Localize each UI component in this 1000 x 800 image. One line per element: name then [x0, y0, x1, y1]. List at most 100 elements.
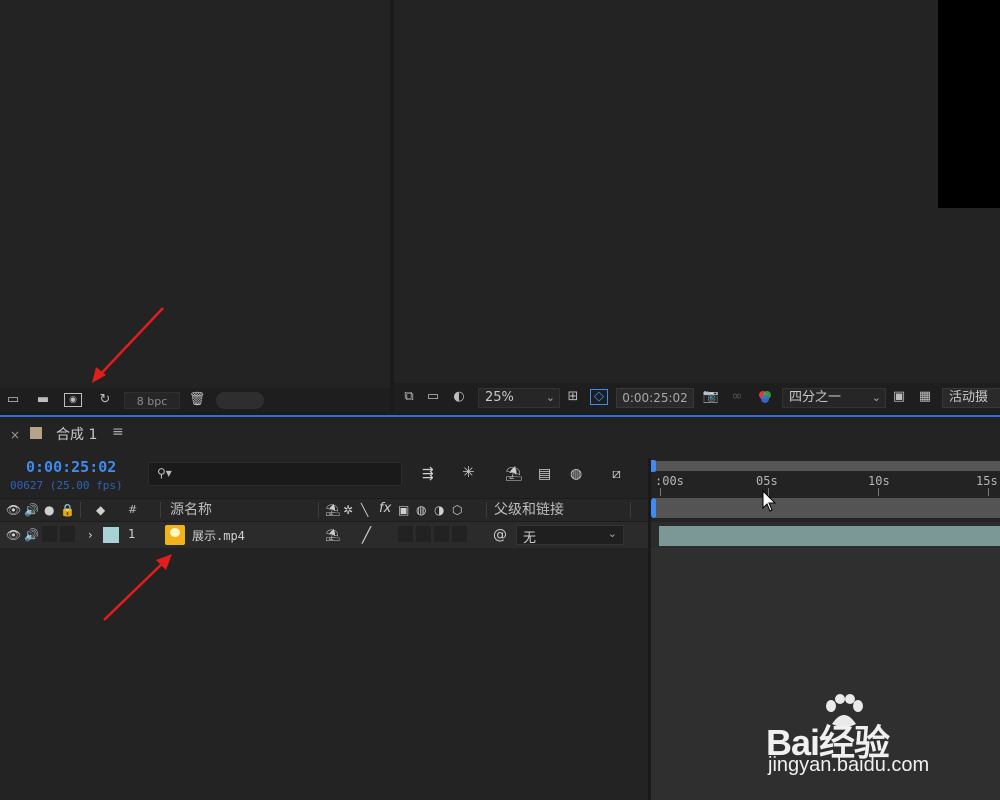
layer-solo-switch[interactable]: [42, 526, 57, 542]
transparency-grid-icon[interactable]: ▦: [916, 389, 934, 405]
trash-icon[interactable]: 🗑: [188, 392, 206, 408]
project-scroll-pill[interactable]: [216, 392, 264, 409]
eye-icon[interactable]: 👁: [6, 502, 21, 518]
frame-blending-icon[interactable]: ▤: [538, 466, 551, 482]
layer-audio-icon[interactable]: 🔊: [24, 527, 39, 543]
source-name-column[interactable]: 源名称: [170, 501, 212, 519]
zoom-dropdown[interactable]: 25% ⌄: [478, 388, 560, 408]
time-navigator-bar[interactable]: [655, 461, 1000, 471]
column-divider: [80, 502, 81, 518]
chevron-down-icon: ⌄: [545, 391, 555, 404]
show-snapshot-icon[interactable]: ∞: [728, 389, 746, 405]
layer-quality-switch-icon[interactable]: ╱: [362, 527, 371, 543]
audio-icon[interactable]: 🔊: [24, 502, 39, 518]
timeline-splitter[interactable]: [648, 458, 651, 800]
layer-3d-switch[interactable]: [452, 526, 467, 542]
pick-whip-icon[interactable]: @: [493, 527, 507, 543]
channel-color-icon[interactable]: [756, 389, 774, 405]
search-icon: ⚲▾: [157, 466, 172, 480]
column-divider: [318, 502, 319, 518]
region-of-interest-icon[interactable]: ▣: [890, 389, 908, 405]
parent-value: 无: [523, 531, 537, 546]
layer-search-input[interactable]: ⚲▾: [148, 462, 402, 486]
grid-guides-icon[interactable]: ⊞: [564, 389, 582, 405]
composition-tab[interactable]: × 合成 1 ≡: [0, 419, 140, 451]
frame-info: 00627 (25.00 fps): [10, 479, 123, 492]
current-time-display[interactable]: 0:00:25:02: [26, 458, 116, 476]
camera-dropdown[interactable]: 活动摄: [942, 388, 1000, 408]
mouse-cursor-icon: [762, 490, 777, 512]
flowchart-icon[interactable]: ↻: [96, 392, 114, 408]
ruler-tick-label: 15s: [976, 474, 998, 488]
mask-icon[interactable]: ◐: [450, 389, 468, 405]
layer-column-header: 👁 🔊 ● 🔒 ◆ # 源名称 ⛱ ✲ ╲ fx ▣ ◍ ◑ ⬡ 父级和链接: [0, 498, 648, 522]
layer-name[interactable]: 展示.mp4: [192, 527, 245, 544]
layer-lock-switch[interactable]: [60, 526, 75, 542]
viewer-timecode[interactable]: 0:00:25:02: [616, 388, 694, 408]
time-ruler[interactable]: :00s 05s 10s 15s: [650, 472, 1000, 496]
footage-icon-mark: [170, 528, 180, 537]
new-folder-icon[interactable]: ▬: [34, 392, 52, 408]
resolution-dropdown[interactable]: 四分之一 ⌄: [782, 388, 886, 408]
3d-layer-icon: ⬡: [452, 503, 463, 517]
graph-editor-icon[interactable]: ⧄: [612, 466, 621, 482]
layer-visibility-icon[interactable]: 👁: [6, 527, 21, 543]
resolution-value: 四分之一: [789, 390, 842, 405]
column-divider: [486, 502, 487, 518]
composition-mini-flowchart-icon[interactable]: ⇶: [422, 466, 434, 482]
layer-motionblur-switch[interactable]: [434, 526, 449, 542]
draft-3d-icon[interactable]: ✳: [462, 464, 475, 480]
annotation-arrow-icon: [92, 307, 164, 383]
layer-row[interactable]: 👁 🔊 › 1 展示.mp4 ⛱ ╱ @ 无 ⌄: [0, 522, 648, 548]
label-tag-icon[interactable]: ◆: [96, 502, 105, 518]
watermark: Bai经验 jingyan.baidu.com: [766, 694, 996, 784]
collapse-switch-icon: ✲: [343, 503, 354, 517]
snapshot-icon[interactable]: 📷: [702, 389, 720, 405]
footage-icon: [165, 525, 185, 545]
ruler-tick-label: :00s: [655, 474, 684, 488]
new-composition-icon[interactable]: ◉: [64, 393, 82, 407]
layer-shy-switch-icon[interactable]: ⛱: [325, 527, 340, 543]
frame-blend-switch-icon: ▣: [398, 503, 410, 517]
layer-number: 1: [128, 527, 136, 541]
parent-dropdown[interactable]: 无 ⌄: [516, 525, 624, 546]
layer-list-empty-area[interactable]: [0, 548, 648, 800]
close-icon[interactable]: ×: [10, 428, 20, 442]
interpret-footage-icon[interactable]: ▭: [4, 392, 22, 408]
lock-icon[interactable]: 🔒: [60, 502, 75, 518]
watermark-url: jingyan.baidu.com: [768, 754, 930, 776]
layer-number-column: #: [128, 503, 138, 516]
comp-tab-title: 合成 1: [56, 427, 98, 443]
parent-link-column[interactable]: 父级和链接: [494, 501, 564, 519]
shy-switch-icon: ⛱: [325, 503, 341, 517]
layer-fx-switch[interactable]: [398, 526, 413, 542]
shy-layers-icon[interactable]: ⛱: [505, 466, 523, 482]
motion-blur-icon[interactable]: ◍: [570, 466, 582, 482]
always-preview-icon[interactable]: ⧉: [400, 389, 418, 405]
solo-icon[interactable]: ●: [44, 502, 54, 518]
project-panel: [0, 0, 390, 388]
motion-blur-switch-icon: ◍: [416, 503, 427, 517]
monitor-icon[interactable]: ▭: [424, 389, 442, 405]
zoom-value: 25%: [485, 390, 514, 405]
panel-menu-icon[interactable]: ≡: [112, 424, 124, 440]
composition-viewer[interactable]: [394, 0, 1000, 383]
viewer-toolbar: ⧉ ▭ ◐ 25% ⌄ ⊞ ◇ 0:00:25:02 📷 ∞ 四分之一 ⌄ ▣ …: [394, 383, 1000, 413]
ruler-tick: [878, 488, 879, 496]
ruler-tick-label: 05s: [756, 474, 778, 488]
work-area-bar[interactable]: [656, 498, 1000, 518]
layer-label-color[interactable]: [103, 527, 119, 543]
effects-switch-icon: fx: [379, 501, 392, 516]
column-divider: [630, 502, 631, 518]
ruler-tick: [660, 488, 661, 496]
layer-frameblend-switch[interactable]: [416, 526, 431, 542]
bpc-toggle[interactable]: 8 bpc: [124, 392, 180, 409]
mask-visibility-icon[interactable]: ◇: [590, 389, 608, 405]
expand-chevron-icon[interactable]: ›: [88, 527, 93, 543]
chevron-down-icon: ⌄: [871, 391, 881, 404]
ruler-tick: [988, 488, 989, 496]
viewer-canvas[interactable]: [938, 0, 1000, 208]
project-toolbar: ▭ ▬ ◉ ↻ 8 bpc 🗑: [0, 388, 390, 412]
layer-duration-bar[interactable]: [659, 526, 1000, 546]
adjustment-layer-icon: ◑: [434, 503, 445, 517]
